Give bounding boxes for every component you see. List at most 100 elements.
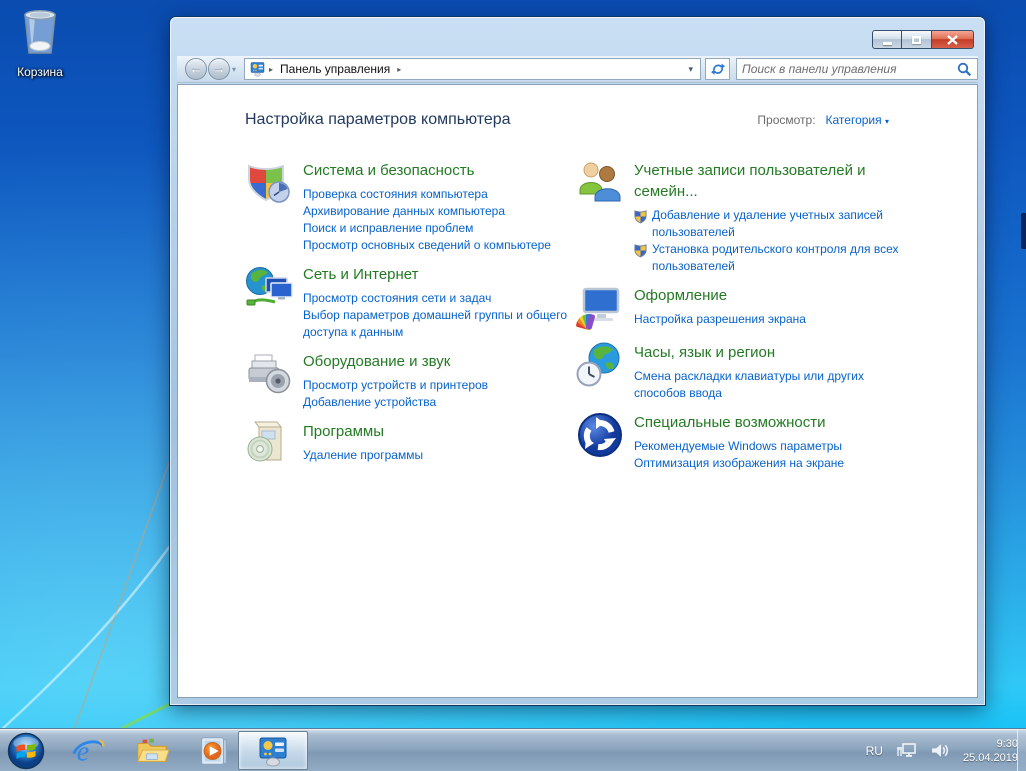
task-link[interactable]: Рекомендуемые Windows параметры [634,438,906,455]
maximize-button[interactable] [902,30,932,49]
search-icon[interactable] [957,62,972,77]
control-panel-icon [249,61,266,77]
uac-shield-icon [634,209,647,224]
task-link[interactable]: Добавление устройства [303,394,569,411]
category-title[interactable]: Оформление [634,285,906,306]
taskbar-item-control-panel-active[interactable] [238,731,308,770]
search-input[interactable] [742,62,957,76]
close-icon [947,35,958,45]
category-title[interactable]: Учетные записи пользователей и семейн... [634,160,906,202]
user-accounts-icon[interactable] [576,159,624,207]
view-category-dropdown[interactable]: Категория ▾ [826,113,889,127]
security-shield-icon[interactable] [245,159,293,207]
breadcrumb-chevron-icon[interactable]: ▸ [269,65,273,74]
recycle-bin[interactable]: Корзина [10,8,70,79]
view-control: Просмотр: Категория ▾ [757,113,889,127]
category-ease-of-access: Специальные возможности Рекомендуемые Wi… [576,411,921,472]
back-icon: ← [190,61,203,76]
network-icon[interactable] [896,742,918,760]
category-title[interactable]: Специальные возможности [634,412,906,433]
forward-button[interactable]: → [208,58,230,80]
printer-sound-icon[interactable] [245,350,293,398]
task-link[interactable]: Смена раскладки клавиатуры или других сп… [634,368,906,402]
taskbar-item-windows-explorer[interactable] [132,732,172,770]
back-button[interactable]: ← [185,58,207,80]
task-link[interactable]: Проверка состояния компьютера [303,186,569,203]
task-link[interactable]: Оптимизация изображения на экране [634,455,906,472]
network-globe-icon[interactable] [245,263,293,311]
refresh-icon [711,62,725,76]
recycle-bin-icon [17,8,63,58]
search-box [736,58,978,80]
minimize-button[interactable] [872,30,902,49]
minimize-icon [883,42,892,45]
task-link[interactable]: Поиск и исправление проблем [303,220,569,237]
control-panel-content: Настройка параметров компьютера Просмотр… [177,84,978,698]
breadcrumb-control-panel[interactable]: Панель управления [280,62,390,76]
program-box-icon[interactable] [245,420,293,468]
media-player-icon [196,734,230,768]
uac-shield-icon [634,243,647,258]
page-title: Настройка параметров компьютера [245,111,511,129]
taskbar: e RU [0,728,1026,771]
taskbar-item-internet-explorer[interactable]: e [68,732,108,770]
category-clock-language-region: Часы, язык и регион Смена раскладки клав… [576,341,921,402]
desktop: { "desktop": { "recycle_bin_label": "Кор… [0,0,1026,771]
clock-region-icon[interactable] [576,341,624,389]
recycle-bin-label: Корзина [10,65,70,79]
ease-of-access-icon[interactable] [576,411,624,459]
task-link[interactable]: Выбор параметров домашней группы и общег… [303,307,569,341]
category-hardware-sound: Оборудование и звук Просмотр устройств и… [245,350,576,411]
appearance-icon[interactable] [576,284,624,332]
task-link[interactable]: Просмотр основных сведений о компьютере [303,237,569,254]
category-system-security: Система и безопасность Проверка состояни… [245,159,576,254]
language-indicator[interactable]: RU [866,744,883,758]
svg-text:e: e [77,736,90,767]
tray-date: 25.04.2019 [963,751,1018,765]
close-button[interactable] [932,30,974,49]
internet-explorer-icon: e [71,734,105,768]
show-desktop-button[interactable] [1017,729,1026,771]
category-programs: Программы Удаление программы [245,420,576,468]
left-column: Система и безопасность Проверка состояни… [245,159,576,481]
window-controls [872,30,974,49]
folder-icon [134,734,170,768]
chevron-down-icon: ▾ [885,117,889,126]
view-label: Просмотр: [757,113,815,127]
task-link[interactable]: Просмотр устройств и принтеров [303,377,569,394]
history-dropdown-icon[interactable]: ▾ [232,65,236,74]
task-link[interactable]: Удаление программы [303,447,569,464]
start-button[interactable] [6,732,46,770]
windows-start-icon [7,732,45,770]
address-dropdown-icon[interactable]: ▾ [685,64,696,75]
maximize-icon [912,36,921,44]
navigation-bar: ← → ▾ ▸ Панель управления ▸ ▾ [177,56,978,83]
tray-time: 9:30 [963,737,1018,751]
forward-icon: → [213,61,226,76]
category-title[interactable]: Сеть и Интернет [303,264,569,285]
refresh-button[interactable] [705,58,730,80]
desktop-edge-mark [1021,213,1026,249]
control-panel-icon [256,735,290,767]
tray-clock[interactable]: 9:30 25.04.2019 [963,737,1018,765]
task-link-uac[interactable]: Установка родительского контроля для все… [634,241,906,275]
right-column: Учетные записи пользователей и семейн... [576,159,921,481]
category-title[interactable]: Система и безопасность [303,160,569,181]
category-network-internet: Сеть и Интернет Просмотр состояния сети … [245,263,576,341]
task-link[interactable]: Настройка разрешения экрана [634,311,906,328]
category-title[interactable]: Оборудование и звук [303,351,569,372]
category-columns: Система и безопасность Проверка состояни… [245,159,921,481]
category-title[interactable]: Программы [303,421,569,442]
category-title[interactable]: Часы, язык и регион [634,342,906,363]
task-link-uac[interactable]: Добавление и удаление учетных записей по… [634,207,906,241]
task-link[interactable]: Просмотр состояния сети и задач [303,290,569,307]
speaker-icon[interactable] [931,742,950,759]
taskbar-item-media-player[interactable] [193,732,233,770]
task-link[interactable]: Архивирование данных компьютера [303,203,569,220]
category-appearance: Оформление Настройка разрешения экрана [576,284,921,332]
page-header: Настройка параметров компьютера Просмотр… [245,111,889,129]
address-bar[interactable]: ▸ Панель управления ▸ ▾ [244,58,701,80]
category-user-accounts: Учетные записи пользователей и семейн... [576,159,921,275]
breadcrumb-chevron-icon[interactable]: ▸ [397,65,401,74]
control-panel-window: ← → ▾ ▸ Панель управления ▸ ▾ [170,17,985,705]
